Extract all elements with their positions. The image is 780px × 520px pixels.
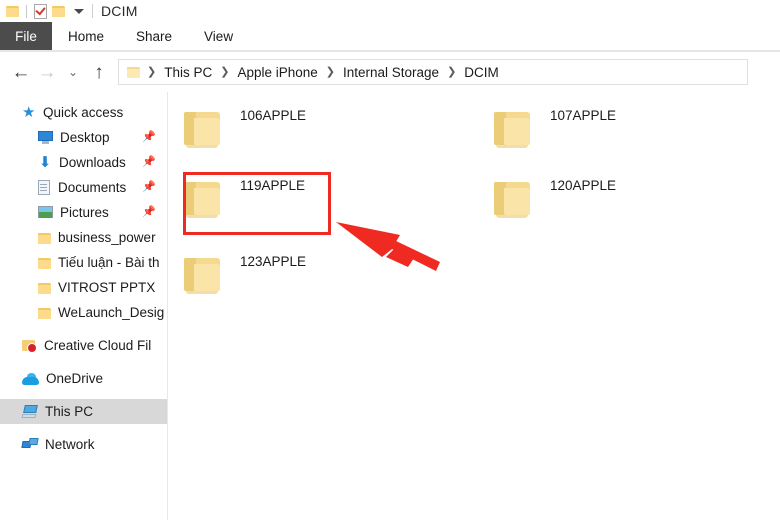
pictures-icon [38, 206, 53, 219]
sidebar-item-tieu-luan[interactable]: Tiếu luận - Bài th [0, 250, 167, 275]
sidebar-item-desktop[interactable]: Desktop 📌 [0, 125, 167, 150]
network-icon [21, 438, 39, 451]
folder-icon [38, 307, 51, 319]
quick-access-toolbar [0, 3, 86, 19]
back-button[interactable]: ← [8, 52, 34, 92]
breadcrumb-item-dcim[interactable]: DCIM [460, 65, 503, 80]
breadcrumb-separator: ❯ [147, 65, 157, 78]
tab-share[interactable]: Share [120, 22, 188, 50]
sidebar-item-label: This PC [45, 404, 94, 419]
sidebar-item-documents[interactable]: Documents 📌 [0, 175, 167, 200]
list-item[interactable]: 107APPLE [478, 98, 778, 160]
sidebar-item-label: Documents [58, 180, 127, 195]
window-title: DCIM [101, 3, 138, 19]
folder-name: 106APPLE [240, 108, 307, 123]
folder-name: 107APPLE [550, 108, 617, 123]
properties-icon[interactable] [34, 3, 48, 19]
ribbon-tabs: File Home Share View [0, 22, 780, 50]
qat-divider [26, 4, 27, 18]
pin-icon[interactable]: 📌 [142, 156, 156, 168]
sidebar-item-this-pc[interactable]: This PC [0, 399, 167, 424]
navigation-pane: ★ Quick access Desktop 📌 ⬇ Downloads 📌 D… [0, 92, 167, 520]
highlight-box [183, 172, 331, 235]
folder-name: 123APPLE [240, 254, 307, 269]
pin-icon[interactable]: 📌 [142, 181, 156, 193]
tab-home[interactable]: Home [52, 22, 120, 50]
folder-icon [38, 282, 51, 294]
sidebar-item-label: Tiếu luận - Bài th [58, 255, 160, 270]
breadcrumb-item-this-pc[interactable]: This PC [160, 65, 216, 80]
folder-icon[interactable] [6, 5, 19, 17]
title-divider [92, 4, 93, 18]
sidebar-item-business-power[interactable]: business_power [0, 225, 167, 250]
sidebar-item-label: Quick access [43, 105, 124, 120]
sidebar-item-label: Downloads [59, 155, 126, 170]
sidebar-item-label: OneDrive [46, 371, 104, 386]
breadcrumb[interactable]: ❯ This PC ❯ Apple iPhone ❯ Internal Stor… [118, 59, 748, 85]
document-icon [38, 180, 51, 195]
recent-locations-button[interactable]: ⌄ [60, 52, 86, 92]
this-pc-icon [21, 405, 38, 418]
sidebar-item-pictures[interactable]: Pictures 📌 [0, 200, 167, 225]
breadcrumb-item-apple-iphone[interactable]: Apple iPhone [233, 65, 321, 80]
sidebar-item-creative-cloud-files[interactable]: Creative Cloud Fil [0, 333, 167, 358]
breadcrumb-item-internal-storage[interactable]: Internal Storage [339, 65, 443, 80]
list-item[interactable]: 106APPLE [168, 98, 468, 160]
forward-button[interactable]: → [34, 52, 60, 92]
sidebar-item-label: VITROST PPTX [58, 280, 156, 295]
folder-name: 120APPLE [550, 178, 617, 193]
customize-qat-icon[interactable] [74, 8, 84, 14]
tab-file[interactable]: File [0, 22, 52, 50]
sidebar-item-welaunch-design[interactable]: WeLaunch_Desig [0, 300, 167, 325]
pin-icon[interactable]: 📌 [142, 206, 156, 218]
up-button[interactable]: ↑ [86, 52, 112, 92]
list-item[interactable]: 123APPLE [168, 244, 468, 306]
sidebar-item-label: Creative Cloud Fil [44, 338, 152, 353]
breadcrumb-folder-icon [127, 66, 140, 78]
sidebar-item-downloads[interactable]: ⬇ Downloads 📌 [0, 150, 167, 175]
sidebar-item-network[interactable]: Network [0, 432, 167, 457]
explorer-body: ★ Quick access Desktop 📌 ⬇ Downloads 📌 D… [0, 92, 780, 520]
sidebar-item-label: business_power [58, 230, 156, 245]
sidebar-item-label: Pictures [60, 205, 109, 220]
breadcrumb-separator: ❯ [220, 65, 230, 78]
breadcrumb-separator: ❯ [447, 65, 457, 78]
tab-view[interactable]: View [188, 22, 249, 50]
creative-cloud-icon [22, 339, 37, 353]
folder-icon [182, 255, 224, 295]
breadcrumb-separator: ❯ [325, 65, 335, 78]
sidebar-item-onedrive[interactable]: OneDrive [0, 366, 167, 391]
title-bar: DCIM [0, 0, 780, 22]
onedrive-icon [22, 372, 39, 385]
sidebar-item-quick-access[interactable]: ★ Quick access [0, 100, 167, 125]
sidebar-item-label: Desktop [60, 130, 110, 145]
folder-icon [492, 179, 534, 219]
file-explorer-window: DCIM File Home Share View ← → ⌄ ↑ ❯ This… [0, 0, 780, 520]
sidebar-item-label: Network [45, 437, 95, 452]
folder-icon [492, 109, 534, 149]
pin-icon[interactable]: 📌 [142, 131, 156, 143]
new-folder-icon[interactable] [52, 5, 65, 17]
folder-icon [182, 109, 224, 149]
address-bar: ← → ⌄ ↑ ❯ This PC ❯ Apple iPhone ❯ Inter… [0, 52, 780, 92]
desktop-icon [38, 131, 53, 144]
file-list-pane[interactable]: 106APPLE 107APPLE 119APPLE 120APPLE 123A… [168, 92, 780, 520]
star-icon: ★ [22, 103, 36, 121]
list-item[interactable]: 120APPLE [478, 168, 778, 230]
sidebar-item-vitrost-pptx[interactable]: VITROST PPTX [0, 275, 167, 300]
sidebar-item-label: WeLaunch_Desig [58, 305, 165, 320]
folder-icon [38, 232, 51, 244]
folder-icon [38, 257, 51, 269]
download-icon: ⬇ [38, 153, 52, 171]
